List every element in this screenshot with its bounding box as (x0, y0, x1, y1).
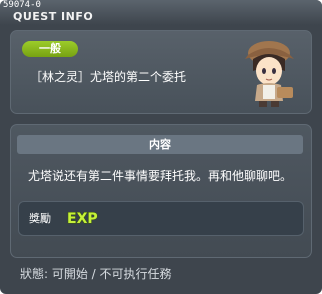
reward-box: 獎勵 EXP (18, 201, 304, 236)
npc-portrait-icon (245, 41, 294, 107)
content-header: 内容 (17, 135, 303, 154)
exp-icon-text: EXP (67, 211, 98, 227)
quest-content-panel: 内容 尤塔说还有第二件事情要拜托我。再和他聊聊吧。 獎勵 EXP (10, 124, 312, 258)
quest-name: ［林之灵］尤塔的第二个委托 (30, 70, 187, 84)
window-title: QUEST INFO (13, 10, 94, 23)
quest-info-window: 59074-0 QUEST INFO 一般 ［林之灵］尤塔的第二个委托 内容 尤… (0, 0, 322, 294)
exp-icon: EXP (67, 211, 99, 228)
quest-description: 尤塔说还有第二件事情要拜托我。再和他聊聊吧。 (28, 169, 293, 183)
quest-status: 狀態: 可開始 / 不可执行任務 (20, 267, 172, 281)
reward-label: 獎勵 (29, 212, 51, 225)
quest-category-badge: 一般 (22, 41, 78, 57)
title-bar[interactable]: 59074-0 QUEST INFO (0, 0, 322, 25)
quest-summary-panel: 一般 ［林之灵］尤塔的第二个委托 (10, 30, 312, 114)
